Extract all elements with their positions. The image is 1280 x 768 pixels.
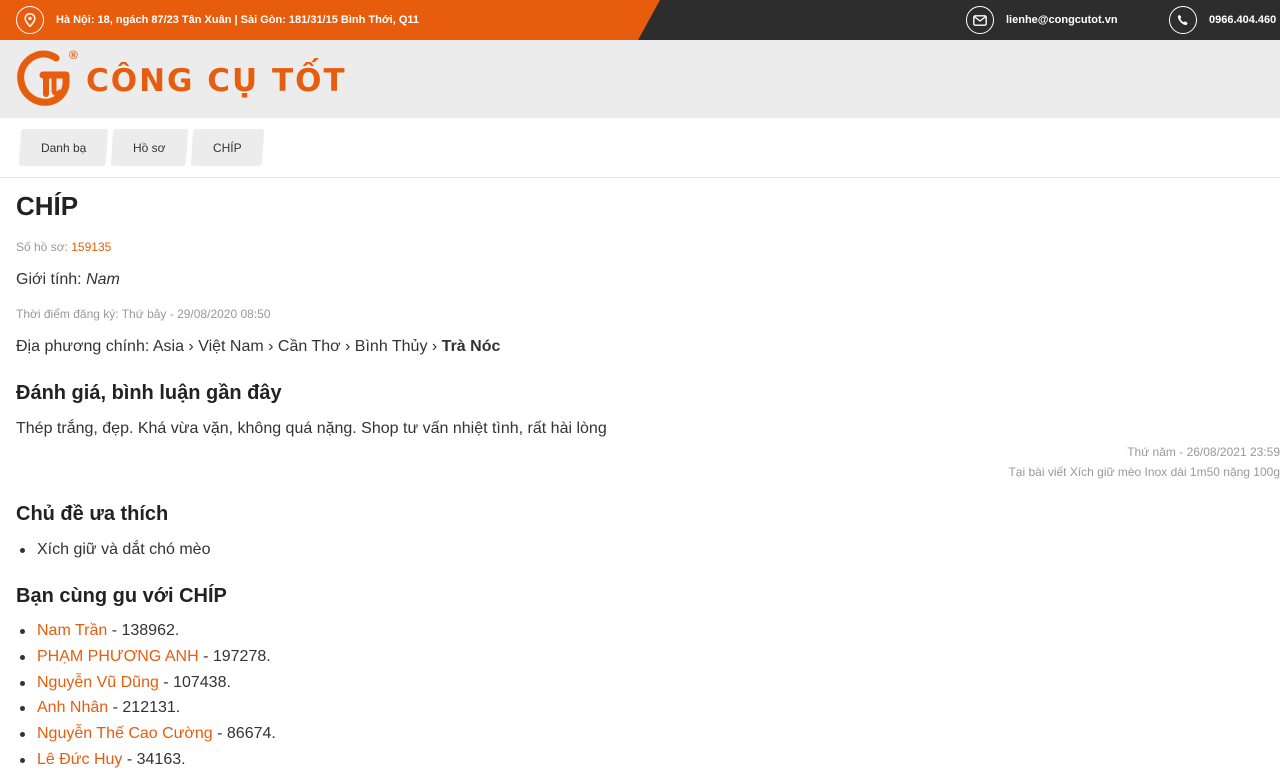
- user-link[interactable]: Anh Nhân: [37, 699, 108, 716]
- list-item: Xích giữ và dắt chó mèo: [16, 537, 210, 563]
- breadcrumb-item-current[interactable]: CHÍP: [190, 129, 264, 166]
- review-post-link[interactable]: Tại bài viết Xích giữ mèo Inox dài 1m50 …: [1008, 462, 1280, 482]
- site-header: ® CÔNG CỤ TỐT: [0, 40, 1280, 118]
- review-meta: Thứ năm - 26/08/2021 23:59 Tại bài viết …: [1008, 442, 1280, 482]
- registration-time: Thời điểm đăng ký: Thứ bảy - 29/08/2020 …: [16, 307, 271, 321]
- breadcrumb-label: Hồ sơ: [133, 140, 166, 155]
- profile-id-label: Số hồ sơ:: [16, 240, 68, 254]
- breadcrumb-item-profile[interactable]: Hồ sơ: [111, 129, 189, 166]
- list-item: Anh Nhân - 212131.: [16, 695, 276, 721]
- envelope-icon: [966, 6, 994, 34]
- user-link[interactable]: PHẠM PHƯƠNG ANH: [37, 648, 199, 665]
- breadcrumb-label: CHÍP: [212, 140, 242, 155]
- page-title: CHÍP: [16, 191, 79, 221]
- topics-heading: Chủ đề ưa thích: [16, 503, 169, 525]
- topics-list: Xích giữ và dắt chó mèo: [16, 537, 210, 563]
- user-link[interactable]: Lê Đức Huy: [37, 751, 122, 768]
- list-item: Lê Đức Huy - 34163.: [16, 747, 276, 768]
- user-link[interactable]: Nguyễn Vũ Dũng: [37, 674, 159, 691]
- phone-icon: [1169, 6, 1197, 34]
- gender-value: Nam: [86, 271, 120, 288]
- user-link[interactable]: Nguyễn Thế Cao Cường: [37, 725, 213, 742]
- site-logo[interactable]: ® CÔNG CỤ TỐT: [16, 48, 347, 108]
- user-id: - 212131.: [108, 699, 181, 717]
- header-divider: [0, 177, 1280, 178]
- breadcrumb-label: Danh bạ: [41, 140, 87, 155]
- breadcrumb-item-directory[interactable]: Danh bạ: [18, 129, 109, 166]
- gender-label: Giới tính:: [16, 271, 82, 288]
- region-last: Trà Nóc: [441, 338, 501, 355]
- user-link[interactable]: Nam Trần: [37, 622, 107, 639]
- email-info[interactable]: lienhe@congcutot.vn: [966, 0, 1118, 40]
- reviews-heading: Đánh giá, bình luận gần đây: [16, 382, 282, 404]
- list-item: Nam Trần - 138962.: [16, 618, 276, 644]
- user-id: - 34163.: [122, 750, 186, 768]
- location-pin-icon: [16, 6, 44, 34]
- gender-row: Giới tính: Nam: [16, 271, 120, 289]
- email-link[interactable]: lienhe@congcutot.vn: [1006, 14, 1118, 26]
- breadcrumb: Danh bạ Hồ sơ CHÍP: [18, 129, 268, 166]
- region-path: Asia › Việt Nam › Cần Thơ › Bình Thủy ›: [152, 338, 438, 355]
- address-text: Hà Nội: 18, ngách 87/23 Tân Xuân | Sài G…: [56, 14, 420, 26]
- address-info: Hà Nội: 18, ngách 87/23 Tân Xuân | Sài G…: [16, 0, 419, 40]
- friends-heading: Bạn cùng gu với CHÍP: [16, 585, 227, 607]
- list-item: Nguyễn Vũ Dũng - 107438.: [16, 670, 276, 696]
- phone-info[interactable]: 0966.404.460: [1169, 0, 1276, 40]
- friends-list: Nam Trần - 138962. PHẠM PHƯƠNG ANH - 197…: [16, 618, 276, 768]
- registered-mark: ®: [69, 48, 78, 62]
- user-id: - 197278.: [198, 647, 271, 665]
- phone-link[interactable]: 0966.404.460: [1209, 14, 1276, 26]
- list-item: Nguyễn Thế Cao Cường - 86674.: [16, 721, 276, 747]
- top-contact-bar: Hà Nội: 18, ngách 87/23 Tân Xuân | Sài G…: [0, 0, 1280, 40]
- region-row: Địa phương chính: Asia › Việt Nam › Cần …: [16, 338, 500, 356]
- review-date: Thứ năm - 26/08/2021 23:59: [1127, 445, 1280, 459]
- logo-text: CÔNG CỤ TỐT: [86, 63, 347, 99]
- user-id: - 86674.: [212, 725, 276, 743]
- region-label: Địa phương chính:: [16, 338, 150, 355]
- profile-id-value: 159135: [71, 240, 112, 254]
- review-text: Thép trắng, đẹp. Khá vừa vặn, không quá …: [16, 420, 607, 437]
- user-id: - 138962.: [107, 622, 180, 639]
- user-id: - 107438.: [158, 673, 231, 691]
- list-item: PHẠM PHƯƠNG ANH - 197278.: [16, 644, 276, 670]
- profile-id: Số hồ sơ: 159135: [16, 240, 111, 254]
